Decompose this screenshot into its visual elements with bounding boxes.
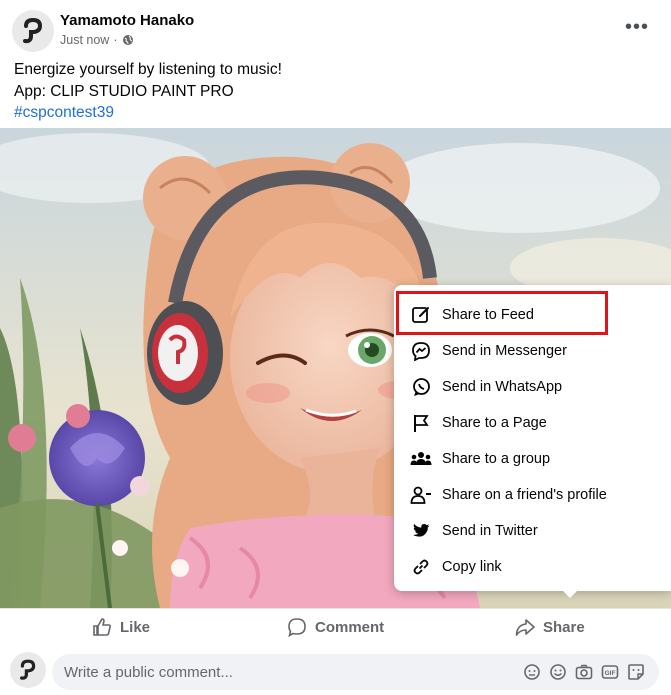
clip-studio-logo-icon [20, 659, 36, 680]
post-text-line-2: App: CLIP STUDIO PAINT PRO [14, 82, 234, 100]
menu-item-copy-link[interactable]: Copy link [394, 549, 671, 585]
friend-icon [410, 484, 432, 506]
comment-composer: Write a public comment... GIF [0, 648, 671, 695]
menu-item-share-to-group[interactable]: Share to a group [394, 441, 671, 477]
menu-item-label: Send in WhatsApp [442, 379, 563, 395]
post-hashtag-link[interactable]: #cspcontest39 [14, 102, 282, 124]
author-name[interactable]: Yamamoto Hanako [60, 12, 194, 29]
menu-item-send-in-twitter[interactable]: Send in Twitter [394, 513, 671, 549]
menu-item-label: Send in Messenger [442, 343, 567, 359]
menu-item-label: Share to a group [442, 451, 551, 467]
menu-item-label: Copy link [442, 559, 502, 575]
like-button[interactable]: Like [92, 617, 150, 637]
more-options-icon[interactable]: ••• [625, 16, 649, 39]
comment-placeholder: Write a public comment... [64, 664, 233, 681]
like-icon [93, 618, 111, 636]
group-icon [410, 448, 432, 470]
camera-icon[interactable] [575, 663, 593, 681]
post-action-bar: Like Comment Share [0, 608, 671, 650]
flag-icon [410, 412, 432, 434]
clip-studio-logo-icon [23, 17, 43, 44]
share-icon [515, 619, 535, 636]
author-avatar[interactable] [12, 10, 54, 52]
menu-item-label: Send in Twitter [442, 523, 538, 539]
svg-text:GIF: GIF [605, 670, 616, 677]
composer-icons: GIF [523, 663, 645, 681]
emoji-icon[interactable] [549, 663, 567, 681]
menu-item-label: Share to a Page [442, 415, 547, 431]
avatar-sticker-icon[interactable] [523, 663, 541, 681]
comment-icon [288, 618, 306, 637]
post-text-line-1: Energize yourself by listening to music! [14, 61, 282, 78]
comment-input[interactable]: Write a public comment... GIF [52, 654, 659, 690]
post-meta: Just now · [60, 33, 134, 47]
share-label: Share [543, 618, 585, 636]
post-text: Energize yourself by listening to music!… [14, 59, 282, 124]
commenter-avatar[interactable] [10, 652, 46, 688]
messenger-icon [410, 340, 432, 362]
sticker-icon[interactable] [627, 663, 645, 681]
post-header: Yamamoto Hanako Just now · ••• [0, 0, 671, 56]
post-card: Yamamoto Hanako Just now · ••• Energize … [0, 0, 671, 695]
comment-button[interactable]: Comment [287, 617, 384, 637]
menu-item-label: Share on a friend's profile [442, 487, 607, 503]
menu-item-share-to-page[interactable]: Share to a Page [394, 405, 671, 441]
comment-label: Comment [315, 618, 385, 636]
whatsapp-icon [410, 376, 432, 398]
link-icon [410, 556, 432, 578]
menu-item-share-on-friends-profile[interactable]: Share on a friend's profile [394, 477, 671, 513]
like-label: Like [120, 618, 151, 636]
post-time[interactable]: Just now [60, 33, 109, 47]
globe-icon [122, 35, 133, 45]
meta-separator: · [113, 33, 118, 47]
menu-item-send-in-whatsapp[interactable]: Send in WhatsApp [394, 369, 671, 405]
menu-item-send-in-messenger[interactable]: Send in Messenger [394, 333, 671, 369]
menu-caret [560, 588, 580, 598]
twitter-icon [410, 520, 432, 542]
gif-icon[interactable]: GIF [601, 663, 619, 681]
share-button[interactable]: Share [515, 617, 585, 637]
highlight-box [396, 291, 608, 335]
